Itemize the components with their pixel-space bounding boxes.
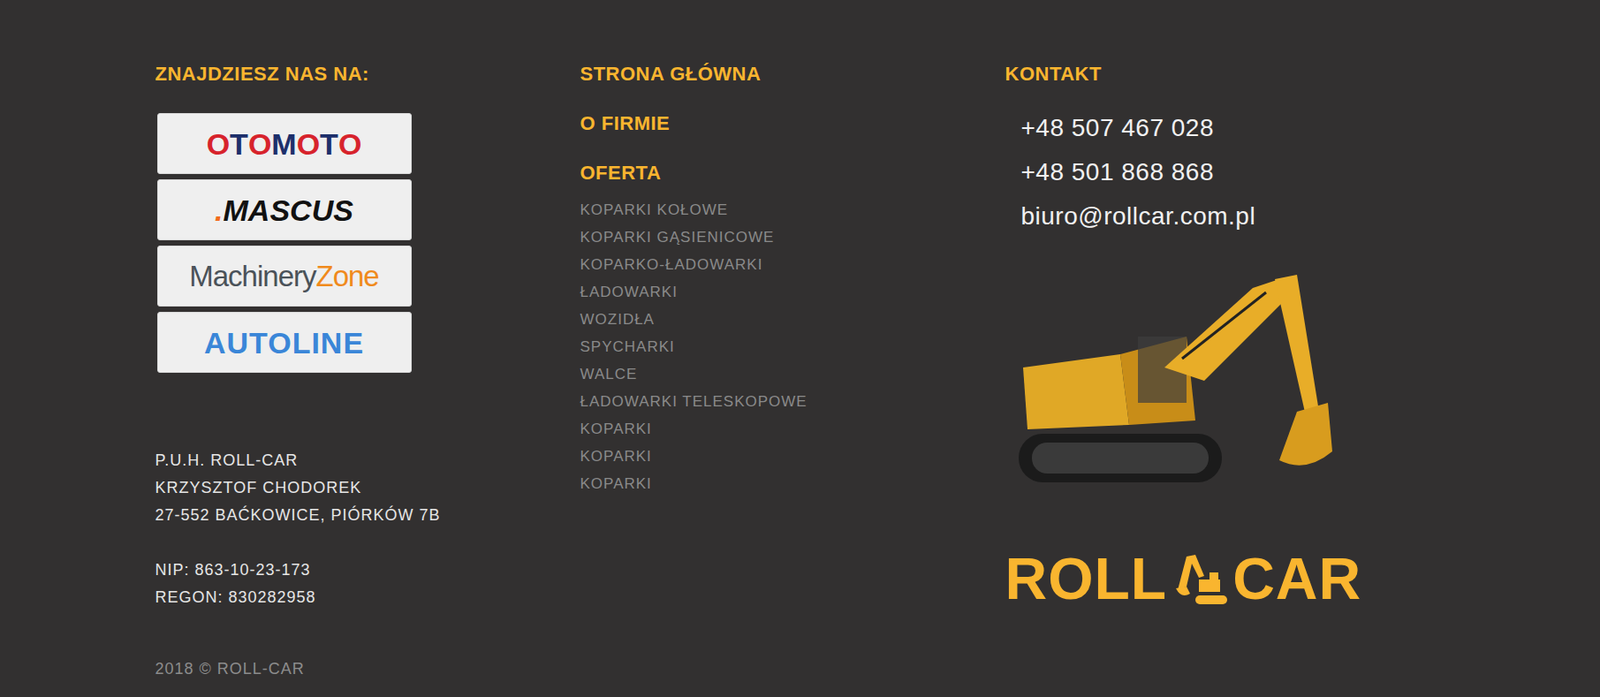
portal-logo-text: T [229, 128, 249, 160]
portal-logo-text: Machinery [189, 261, 316, 291]
offer-link[interactable]: WALCE [580, 360, 1006, 388]
portal-logo-text: M [271, 128, 296, 160]
main-menu: STRONA GŁÓWNA O FIRMIE OFERTA [580, 61, 1006, 186]
portal-logo-text: T [319, 128, 339, 160]
spacer [155, 529, 581, 557]
portal-logo[interactable]: MachineryZone [157, 245, 412, 307]
offer-link[interactable]: KOPARKO-ŁADOWARKI [580, 250, 1006, 279]
menu-link[interactable]: STRONA GŁÓWNA [580, 61, 1006, 87]
portal-logo-text: . [214, 195, 223, 226]
portal-list: OTOMOTO.MASCUSMachineryZoneAUTOLINE [155, 113, 581, 373]
excavator-icon [1014, 270, 1377, 518]
offer-link[interactable]: ŁADOWARKI [580, 278, 1006, 306]
company-info: P.U.H. ROLL-CARKRZYSZTOF CHODOREK27-552 … [155, 447, 581, 612]
company-id: REGON: 830282958 [155, 583, 581, 612]
portal-logo-text: O [206, 128, 230, 160]
company-id: NIP: 863-10-23-173 [155, 556, 581, 584]
offer-list: KOPARKI KOŁOWEKOPARKI GĄSIENICOWEKOPARKO… [580, 196, 1006, 498]
phone-number[interactable]: +48 501 868 868 [1021, 150, 1446, 195]
phone-number[interactable]: +48 507 467 028 [1021, 106, 1446, 151]
menu-link[interactable]: O FIRMIE [580, 111, 1006, 137]
contact-column: KONTAKT +48 507 467 028+48 501 868 868biu… [1005, 61, 1446, 683]
offer-link[interactable]: KOPARKI KOŁOWE [580, 196, 1006, 224]
portal-logo-text: MASCUS [223, 195, 354, 226]
email-address[interactable]: biuro@rollcar.com.pl [1021, 194, 1446, 239]
portal-logo-text: O [296, 128, 320, 160]
excavator-icon [1168, 549, 1231, 608]
menu-link[interactable]: OFERTA [580, 160, 1006, 186]
offer-link[interactable]: ŁADOWARKI TELESKOPOWE [580, 387, 1006, 416]
portal-logo-text: AUTOLINE [204, 327, 364, 358]
menu-column: STRONA GŁÓWNA O FIRMIE OFERTA KOPARKI KOŁOW… [580, 61, 1006, 683]
find-us-heading: ZNAJDZIESZ NAS NA: [155, 61, 581, 87]
logo-text: CAR [1232, 549, 1362, 608]
footer: ZNAJDZIESZ NAS NA:OTOMOTO.MASCUSMachiner… [155, 0, 1446, 683]
contact-heading: KONTAKT [1005, 61, 1446, 87]
portal-logo[interactable]: AUTOLINE [157, 311, 412, 373]
portal-logo[interactable]: OTOMOTO [157, 113, 412, 175]
logo-excavator [1167, 544, 1233, 608]
logo-text: ROLL [1005, 549, 1168, 608]
offer-link[interactable]: KOPARKI [580, 470, 1006, 498]
copyright: 2018 © ROLL-CAR [155, 655, 581, 683]
portal-logo-text: Zone [316, 261, 380, 291]
company-line: KRZYSZTOF CHODOREK [155, 474, 581, 502]
offer-link[interactable]: KOPARKI GĄSIENICOWE [580, 223, 1006, 251]
contact-list: +48 507 467 028+48 501 868 868biuro@roll… [1005, 106, 1446, 239]
offer-link[interactable]: WOZIDŁA [580, 305, 1006, 334]
excavator-photo [1014, 270, 1377, 518]
portal-logo-text: O [248, 128, 272, 160]
portal-logo[interactable]: .MASCUS [157, 179, 412, 241]
company-line: 27-552 BAĆKOWICE, PIÓRKÓW 7B [155, 501, 581, 530]
offer-link[interactable]: KOPARKI [580, 415, 1006, 443]
find-us-column: ZNAJDZIESZ NAS NA:OTOMOTO.MASCUSMachiner… [155, 61, 581, 683]
offer-link[interactable]: KOPARKI [580, 442, 1006, 471]
roll-car-logo: ROLL CAR [1005, 544, 1446, 608]
offer-link[interactable]: SPYCHARKI [580, 333, 1006, 361]
portal-logo-text: O [338, 128, 362, 160]
company-line: P.U.H. ROLL-CAR [155, 447, 581, 475]
